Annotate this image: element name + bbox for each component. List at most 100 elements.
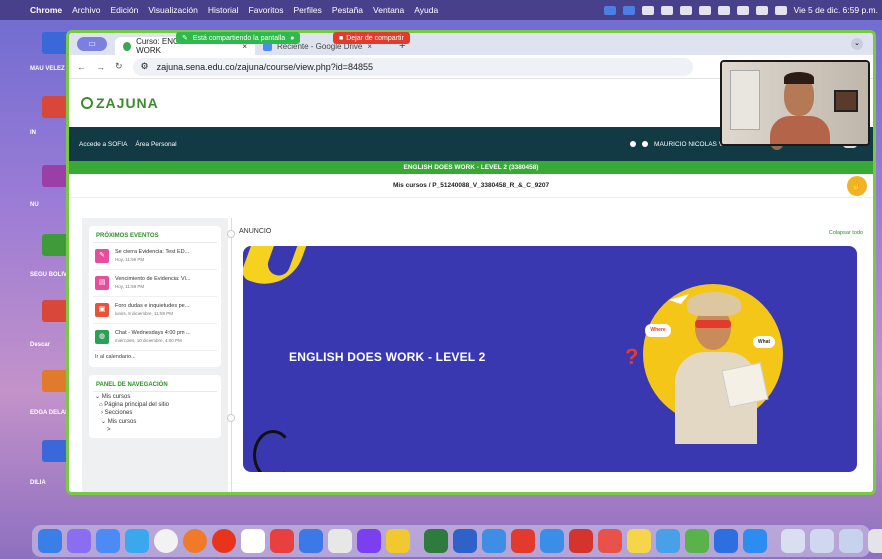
event-date: Hoy, 11:59 PM: [115, 257, 145, 262]
launchpad-icon[interactable]: [67, 529, 91, 553]
menu-clock[interactable]: Vie 5 de dic. 6:59 p.m.: [794, 5, 878, 15]
decorative-curl: [253, 430, 293, 472]
calendar-link[interactable]: Ir al calendario...: [93, 351, 217, 363]
nav-link-sofia[interactable]: Accede a SOFIA: [79, 141, 127, 148]
sharing-notice-text: Está compartiendo la pantalla: [192, 34, 286, 42]
calendar-icon[interactable]: [241, 529, 265, 553]
menu-ayuda[interactable]: Ayuda: [414, 5, 438, 15]
cloud-icon[interactable]: [660, 5, 673, 15]
window-thumbnail-icon[interactable]: [781, 529, 805, 553]
menu-ventana[interactable]: Ventana: [373, 5, 404, 15]
window-thumbnail-icon[interactable]: [810, 529, 834, 553]
wifi-icon[interactable]: [736, 5, 749, 15]
event-item[interactable]: ▤ Vencimiento de Evidencia: Vi... Hoy, 1…: [93, 270, 217, 297]
banner-person-illustration: [673, 292, 769, 444]
stop-sharing-button[interactable]: ■ Dejar de compartir: [333, 32, 410, 44]
firefox-icon[interactable]: [183, 529, 207, 553]
nav-item-mis-cursos[interactable]: ⌄ Mis cursos: [93, 392, 217, 401]
notification-bell-icon[interactable]: [630, 141, 637, 147]
url-field[interactable]: ⚙ zajuna.sena.edu.co/zajuna/course/view.…: [132, 57, 693, 76]
app-icon[interactable]: [598, 529, 622, 553]
nav-item-mis-cursos-sub[interactable]: ⌄ Mis cursos: [93, 417, 217, 426]
nav-item-secciones[interactable]: › Secciones: [93, 409, 217, 417]
window-thumbnail-icon[interactable]: [839, 529, 863, 553]
menu-favoritos[interactable]: Favoritos: [249, 5, 284, 15]
app-icon[interactable]: [714, 529, 738, 553]
site-settings-icon[interactable]: ⚙: [141, 61, 149, 72]
app-icon[interactable]: [125, 529, 149, 553]
menu-historial[interactable]: Historial: [208, 5, 239, 15]
chrome-icon[interactable]: [154, 529, 178, 553]
nav-item-label: Mis cursos: [101, 394, 131, 400]
assignment-icon: ▤: [95, 276, 109, 290]
acrobat-icon[interactable]: [511, 529, 535, 553]
course-banner: ENGLISH DOES WORK - LEVEL 2 ? Where What: [243, 246, 857, 472]
tab-search-chevron-icon[interactable]: ⌄: [851, 38, 863, 50]
desktop-label: DILIA: [30, 480, 46, 486]
event-title[interactable]: Foro dudas e inquietudes pe...: [115, 303, 189, 310]
forward-icon[interactable]: →: [96, 62, 105, 72]
trash-icon[interactable]: [868, 529, 882, 553]
menu-pestana[interactable]: Pestaña: [332, 5, 363, 15]
app-icon[interactable]: [386, 529, 410, 553]
control-center-icon[interactable]: [774, 5, 787, 15]
reload-icon[interactable]: ↻: [115, 61, 123, 72]
meet-icon[interactable]: [622, 5, 635, 15]
webcam-overlay[interactable]: [720, 60, 870, 146]
collapse-all-link[interactable]: Colapsar todo: [829, 230, 863, 236]
status-area: Vie 5 de dic. 6:59 p.m.: [603, 0, 878, 20]
battery-icon[interactable]: [717, 5, 730, 15]
app-store-icon[interactable]: [299, 529, 323, 553]
course-content: PRÓXIMOS EVENTOS ✎ Se cierra Evidencia: …: [69, 218, 873, 492]
notes-icon[interactable]: [627, 529, 651, 553]
menu-archivo[interactable]: Archivo: [72, 5, 100, 15]
app-icon[interactable]: [328, 529, 352, 553]
display-icon[interactable]: [679, 5, 692, 15]
screen-share-icon[interactable]: [603, 5, 616, 15]
app-icon[interactable]: [270, 529, 294, 553]
person-map: [721, 362, 769, 408]
event-title[interactable]: Se cierra Evidencia: Test ED...: [115, 249, 189, 256]
search-icon[interactable]: [755, 5, 768, 15]
nav-link-area-personal[interactable]: Área Personal: [135, 141, 176, 148]
nubank-icon[interactable]: [357, 529, 381, 553]
messages-icon[interactable]: [642, 141, 649, 147]
event-item[interactable]: ▣ Foro dudas e inquietudes pe... lunes, …: [93, 297, 217, 324]
zajuna-logo[interactable]: ZAJUNA: [81, 95, 159, 111]
app-icon[interactable]: [656, 529, 680, 553]
zoom-icon[interactable]: [743, 529, 767, 553]
finder-icon[interactable]: [38, 529, 62, 553]
logo-text: ZAJUNA: [96, 95, 159, 111]
app-icon[interactable]: [569, 529, 593, 553]
back-icon[interactable]: ←: [77, 62, 86, 72]
section-heading[interactable]: ANUNCIO: [239, 228, 271, 235]
app-icon[interactable]: [96, 529, 120, 553]
app-icon[interactable]: [482, 529, 506, 553]
event-title[interactable]: Chat - Wednesdays 4:00 pm ...: [115, 330, 191, 337]
breadcrumb-text[interactable]: Mis cursos / P_51240088_V_3380458_R_&_C_…: [393, 182, 549, 189]
person-hat: [687, 292, 741, 316]
event-item[interactable]: ◍ Chat - Wednesdays 4:00 pm ... miércole…: [93, 324, 217, 351]
tab-group-button[interactable]: ▭: [77, 37, 107, 51]
app-icon[interactable]: [540, 529, 564, 553]
word-icon[interactable]: [453, 529, 477, 553]
menu-app-name[interactable]: Chrome: [30, 5, 62, 15]
course-menu-icon[interactable]: ✋: [847, 176, 867, 196]
control-icon[interactable]: [641, 5, 654, 15]
menu-perfiles[interactable]: Perfiles: [294, 5, 322, 15]
menu-edicion[interactable]: Edición: [110, 5, 138, 15]
app-icon[interactable]: [685, 529, 709, 553]
question-mark-icon: ?: [625, 344, 639, 369]
opera-icon[interactable]: [212, 529, 236, 553]
nav-item-expand[interactable]: >: [93, 426, 217, 434]
excel-icon[interactable]: [424, 529, 448, 553]
nav-item-label: Página principal del sitio: [104, 402, 170, 408]
nav-item-home[interactable]: ⌂ Página principal del sitio: [93, 401, 217, 409]
event-title[interactable]: Vencimiento de Evidencia: Vi...: [115, 276, 190, 283]
navigation-title: PANEL DE NAVEGACIÓN: [93, 379, 217, 392]
bluetooth-icon[interactable]: [698, 5, 711, 15]
event-item[interactable]: ✎ Se cierra Evidencia: Test ED... Hoy, 1…: [93, 243, 217, 270]
shield-icon: ●: [290, 34, 295, 42]
forum-icon: ▣: [95, 303, 109, 317]
menu-visualizacion[interactable]: Visualización: [148, 5, 197, 15]
